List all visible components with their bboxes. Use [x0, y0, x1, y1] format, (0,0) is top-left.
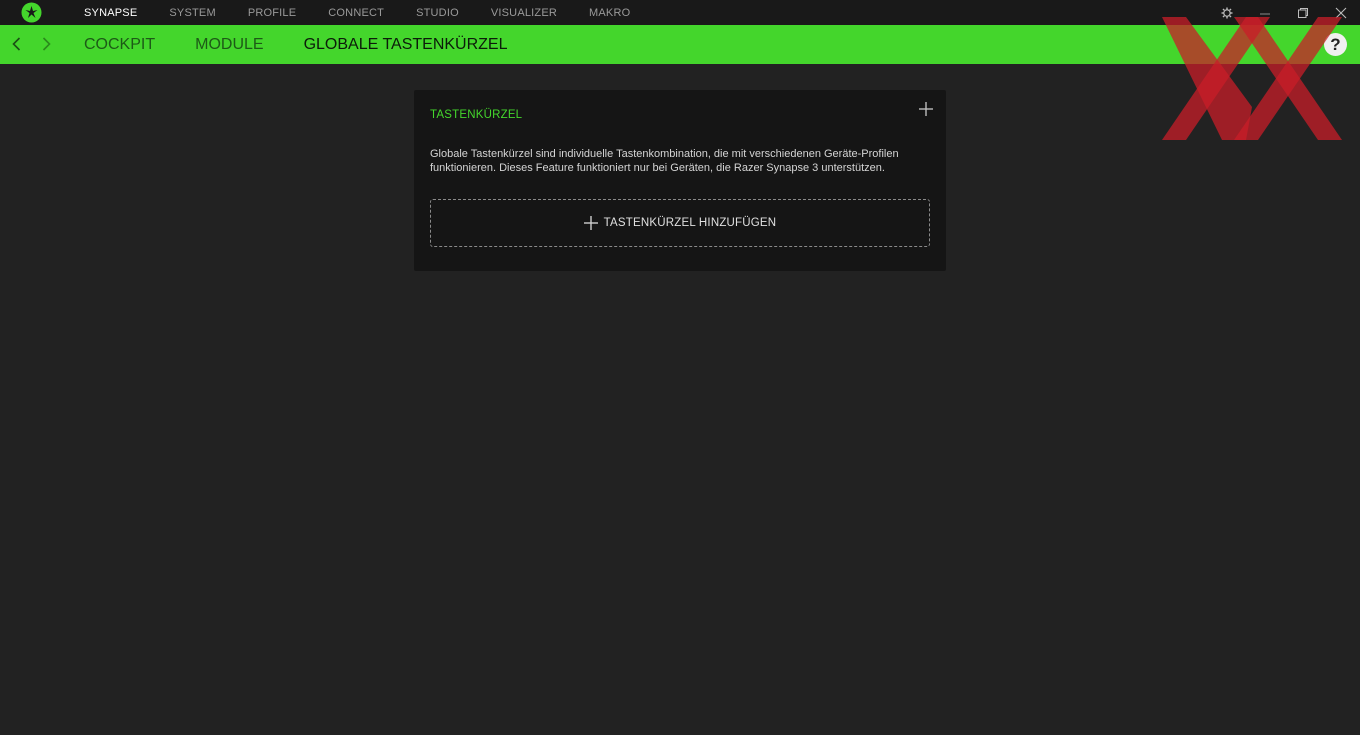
settings-icon — [1221, 7, 1233, 18]
restore-button[interactable] — [1284, 0, 1322, 25]
nav-synapse[interactable]: SYNAPSE — [68, 7, 153, 19]
forward-arrow-icon[interactable] — [38, 36, 54, 52]
sub-navigation: COCKPIT MODULE GLOBALE TASTENKÜRZEL — [64, 25, 528, 64]
back-arrow-icon[interactable] — [9, 36, 25, 52]
tab-cockpit[interactable]: COCKPIT — [64, 36, 175, 54]
tab-globale-tastenkuerzel[interactable]: GLOBALE TASTENKÜRZEL — [284, 36, 528, 54]
top-navigation: SYNAPSE SYSTEM PROFILE CONNECT STUDIO VI… — [68, 0, 646, 25]
sub-navigation-bar: COCKPIT MODULE GLOBALE TASTENKÜRZEL ? — [0, 25, 1360, 64]
nav-visualizer[interactable]: VISUALIZER — [475, 7, 573, 19]
minimize-icon — [1260, 13, 1270, 14]
nav-studio[interactable]: STUDIO — [400, 7, 475, 19]
help-button[interactable]: ? — [1324, 33, 1347, 56]
nav-connect[interactable]: CONNECT — [312, 7, 400, 19]
help-icon: ? — [1330, 34, 1341, 54]
settings-button[interactable] — [1208, 0, 1246, 25]
title-bar: SYNAPSE SYSTEM PROFILE CONNECT STUDIO VI… — [0, 0, 1360, 25]
card-title: TASTENKÜRZEL — [430, 109, 523, 121]
tab-module[interactable]: MODULE — [175, 36, 283, 54]
razer-logo-icon[interactable] — [21, 2, 42, 23]
shortcut-card: TASTENKÜRZEL Globale Tastenkürzel sind i… — [414, 90, 946, 271]
window-controls — [1208, 0, 1360, 25]
plus-icon[interactable] — [917, 100, 935, 118]
minimize-button[interactable] — [1246, 0, 1284, 25]
nav-makro[interactable]: MAKRO — [573, 7, 646, 19]
close-icon — [1335, 7, 1347, 18]
nav-system[interactable]: SYSTEM — [153, 7, 231, 19]
restore-icon — [1298, 7, 1308, 18]
add-shortcut-label: TASTENKÜRZEL HINZUFÜGEN — [603, 217, 777, 229]
card-description: Globale Tastenkürzel sind individuelle T… — [430, 148, 899, 174]
close-button[interactable] — [1322, 0, 1360, 25]
add-shortcut-button[interactable]: TASTENKÜRZEL HINZUFÜGEN — [430, 199, 930, 247]
plus-icon — [583, 216, 598, 230]
nav-profile[interactable]: PROFILE — [232, 7, 312, 19]
